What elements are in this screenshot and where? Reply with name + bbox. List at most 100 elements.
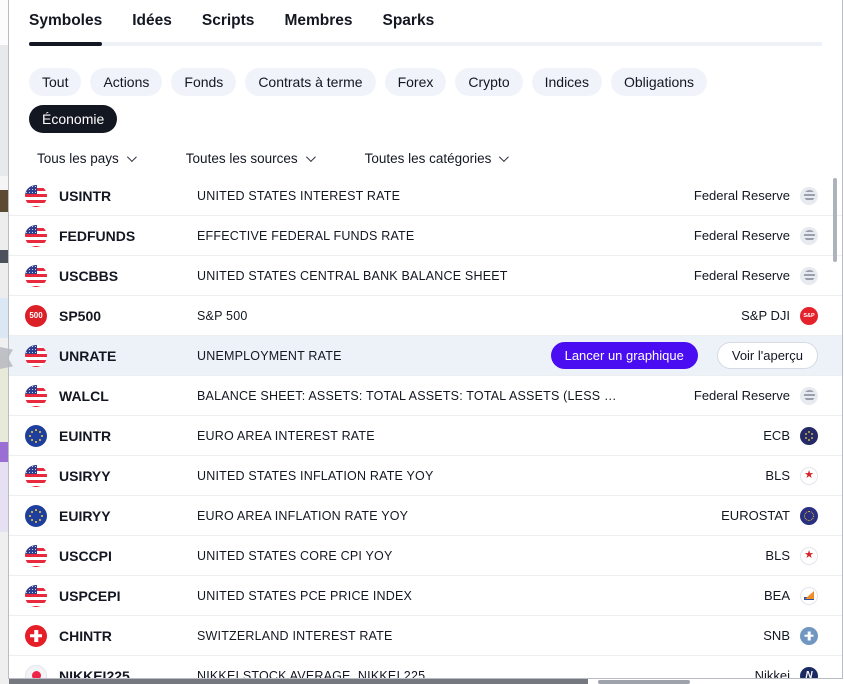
tab-symboles[interactable]: Symboles [29, 12, 102, 42]
bls-icon: ★ [800, 467, 818, 485]
bls-icon: ★ [800, 547, 818, 565]
tab-idees[interactable]: Idées [132, 12, 172, 42]
us-flag-icon [25, 265, 47, 287]
symbol-row-unrate[interactable]: UNRATE UNEMPLOYMENT RATE Lancer un graph… [9, 336, 842, 376]
chevron-down-icon [306, 152, 316, 162]
ch-flag-icon [25, 625, 47, 647]
symbol-ticker: FEDFUNDS [59, 228, 197, 244]
source-label: BLS [765, 468, 790, 483]
symbol-row-euiryy[interactable]: EUIRYY EURO AREA INFLATION RATE YOY EURO… [9, 496, 842, 536]
symbol-ticker: SP500 [59, 308, 197, 324]
symbol-description: UNITED STATES PCE PRICE INDEX [197, 589, 764, 603]
symbol-row-fedfunds[interactable]: FEDFUNDS EFFECTIVE FEDERAL FUNDS RATE Fe… [9, 216, 842, 256]
symbol-description: UNEMPLOYMENT RATE [197, 349, 551, 363]
asset-type-filters: Tout Actions Fonds Contrats à terme Fore… [29, 68, 809, 96]
symbol-row-chintr[interactable]: CHINTR SWITZERLAND INTEREST RATE SNB [9, 616, 842, 656]
source-label: BEA [764, 588, 790, 603]
symbol-row-uscbbs[interactable]: USCBBS UNITED STATES CENTRAL BANK BALANC… [9, 256, 842, 296]
us-flag-icon [25, 345, 47, 367]
dropdown-toutes-les-sources[interactable]: Toutes les sources [186, 151, 313, 166]
ecb-icon [800, 427, 818, 445]
filter-chip-indices[interactable]: Indices [532, 68, 602, 96]
symbol-description: UNITED STATES CORE CPI YOY [197, 549, 765, 563]
symbol-row-euintr[interactable]: EUINTR EURO AREA INTEREST RATE ECB [9, 416, 842, 456]
launch-chart-button[interactable]: Lancer un graphique [551, 342, 698, 369]
symbol-description: SWITZERLAND INTEREST RATE [197, 629, 763, 643]
filter-chip-forex[interactable]: Forex [385, 68, 447, 96]
filter-chip-tout[interactable]: Tout [29, 68, 81, 96]
us-flag-icon [25, 185, 47, 207]
symbol-description: EURO AREA INFLATION RATE YOY [197, 509, 721, 523]
symbol-row-usccpi[interactable]: USCCPI UNITED STATES CORE CPI YOY BLS★ [9, 536, 842, 576]
background-page-date-text [598, 680, 690, 684]
chevron-down-icon [499, 152, 509, 162]
fed-icon [800, 267, 818, 285]
dropdown-toutes-les-categories[interactable]: Toutes les catégories [365, 151, 507, 166]
fed-icon [800, 187, 818, 205]
row-right-area: BEA [764, 587, 818, 605]
us-flag-icon [25, 225, 47, 247]
us-flag-icon [25, 585, 47, 607]
row-right-area: BLS ★ [765, 467, 818, 485]
us-flag-icon [25, 465, 47, 487]
symbol-description: EFFECTIVE FEDERAL FUNDS RATE [197, 229, 694, 243]
row-right-area: S&P DJI S&P [741, 307, 818, 325]
source-label: Federal Reserve [694, 268, 790, 283]
symbol-ticker: EUIRYY [59, 508, 197, 524]
symbol-ticker: USIRYY [59, 468, 197, 484]
row-right-area: Lancer un graphique Voir l'aperçu [551, 342, 818, 369]
bea-icon [800, 587, 818, 605]
symbol-row-walcl[interactable]: WALCL BALANCE SHEET: ASSETS: TOTAL ASSET… [9, 376, 842, 416]
asset-type-filters-row2: Économie [29, 105, 117, 133]
spdji-icon: S&P [800, 307, 818, 325]
source-label: EUROSTAT [721, 508, 790, 523]
filter-chip-fonds[interactable]: Fonds [171, 68, 236, 96]
nikkei-icon: N [800, 667, 818, 680]
symbol-ticker: EUINTR [59, 428, 197, 444]
dropdown-tous-les-pays[interactable]: Tous les pays [37, 151, 134, 166]
symbol-description: UNITED STATES INTEREST RATE [197, 189, 694, 203]
filter-dropdowns: Tous les pays Toutes les sources Toutes … [37, 146, 506, 170]
eurostat-icon [800, 507, 818, 525]
source-label: Federal Reserve [694, 388, 790, 403]
symbol-list: USINTR UNITED STATES INTEREST RATE Feder… [9, 176, 842, 679]
symbol-search-dialog: Symboles Idées Scripts Membres Sparks To… [8, 0, 843, 679]
symbol-row-sp500[interactable]: 500 SP500 S&P 500 S&P DJIS&P [9, 296, 842, 336]
tab-scripts[interactable]: Scripts [202, 12, 255, 42]
symbol-description: S&P 500 [197, 309, 741, 323]
symbol-description: NIKKEI STOCK AVERAGE, NIKKEI 225 [197, 669, 755, 680]
symbol-row-uspcepi[interactable]: USPCEPI UNITED STATES PCE PRICE INDEX BE… [9, 576, 842, 616]
source-label: Nikkei [755, 668, 790, 679]
symbol-description: UNITED STATES INFLATION RATE YOY [197, 469, 765, 483]
symbol-row-usiryy[interactable]: USIRYY UNITED STATES INFLATION RATE YOY … [9, 456, 842, 496]
row-right-area: EUROSTAT [721, 507, 818, 525]
source-label: Federal Reserve [694, 228, 790, 243]
chevron-down-icon [127, 152, 137, 162]
row-right-area: Federal Reserve [694, 267, 818, 285]
symbol-ticker: CHINTR [59, 628, 197, 644]
source-label: S&P DJI [741, 308, 790, 323]
filter-chip-contrats-a-terme[interactable]: Contrats à terme [245, 68, 375, 96]
symbol-description: EURO AREA INTEREST RATE [197, 429, 763, 443]
row-right-area: ECB [763, 427, 818, 445]
background-page-bottom-bar [9, 679, 588, 684]
symbol-ticker: NIKKEI225 [59, 668, 197, 680]
symbol-ticker: USINTR [59, 188, 197, 204]
us-flag-icon [25, 545, 47, 567]
filter-chip-economie[interactable]: Économie [29, 105, 117, 133]
filter-chip-crypto[interactable]: Crypto [455, 68, 522, 96]
tab-membres[interactable]: Membres [284, 12, 352, 42]
us-flag-icon [25, 385, 47, 407]
filter-chip-actions[interactable]: Actions [90, 68, 162, 96]
row-right-area: Federal Reserve [694, 187, 818, 205]
filter-chip-obligations[interactable]: Obligations [611, 68, 707, 96]
symbol-row-usintr[interactable]: USINTR UNITED STATES INTEREST RATE Feder… [9, 176, 842, 216]
symbol-row-nikkei225[interactable]: NIKKEI225 NIKKEI STOCK AVERAGE, NIKKEI 2… [9, 656, 842, 679]
eu-flag-icon [25, 425, 47, 447]
symbol-ticker: USPCEPI [59, 588, 197, 604]
dialog-tabs: Symboles Idées Scripts Membres Sparks [29, 0, 822, 46]
scrollbar-thumb[interactable] [833, 178, 837, 262]
tab-sparks[interactable]: Sparks [383, 12, 435, 42]
snb-icon [800, 627, 818, 645]
preview-button[interactable]: Voir l'aperçu [717, 342, 818, 369]
